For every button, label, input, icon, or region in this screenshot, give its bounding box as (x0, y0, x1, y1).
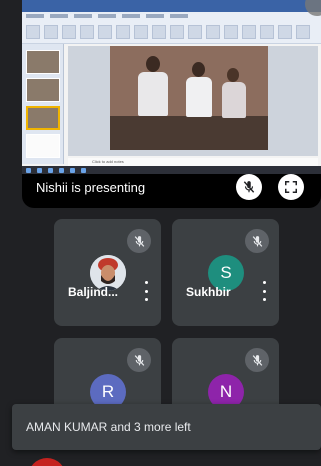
participant-more-button[interactable] (261, 281, 267, 301)
participant-mute-badge (127, 229, 151, 253)
participant-name: Sukhbir (186, 285, 231, 299)
participant-more-button[interactable] (143, 281, 149, 301)
participant-mute-badge (245, 348, 269, 372)
slide-photo (110, 46, 268, 150)
mic-off-icon (134, 235, 144, 247)
participant-mute-badge (127, 348, 151, 372)
slide-notes: Click to add notes (68, 158, 318, 166)
shared-screen: Click to add notes (22, 0, 321, 174)
mic-off-icon (252, 235, 262, 247)
mic-off-icon (243, 181, 255, 193)
toast-message: AMAN KUMAR and 3 more left (26, 420, 191, 434)
presentation-tile[interactable]: Click to add notes Nishii is presenting (22, 0, 321, 208)
end-call-button[interactable] (28, 458, 66, 466)
slides-pane (22, 44, 64, 164)
slide-canvas (68, 46, 318, 156)
fullscreen-icon (284, 180, 298, 194)
fullscreen-button[interactable] (278, 174, 304, 200)
participant-name: Baljind... (68, 285, 119, 299)
slide-thumbnail (26, 78, 60, 102)
app-titlebar (22, 0, 321, 12)
slide-thumbnail-selected (26, 106, 60, 130)
mic-off-icon (134, 354, 144, 366)
slide-thumbnail (26, 134, 60, 158)
slide-thumbnail (26, 50, 60, 74)
presenter-mic-button[interactable] (236, 174, 262, 200)
os-taskbar (22, 166, 321, 174)
participants-left-toast: AMAN KUMAR and 3 more left (12, 404, 321, 450)
participant-tile[interactable]: Baljind... (54, 219, 161, 326)
presenter-label: Nishii is presenting (36, 180, 146, 195)
mic-off-icon (252, 354, 262, 366)
app-ribbon (22, 12, 321, 44)
participant-mute-badge (245, 229, 269, 253)
participant-tile[interactable]: S Sukhbir (172, 219, 279, 326)
